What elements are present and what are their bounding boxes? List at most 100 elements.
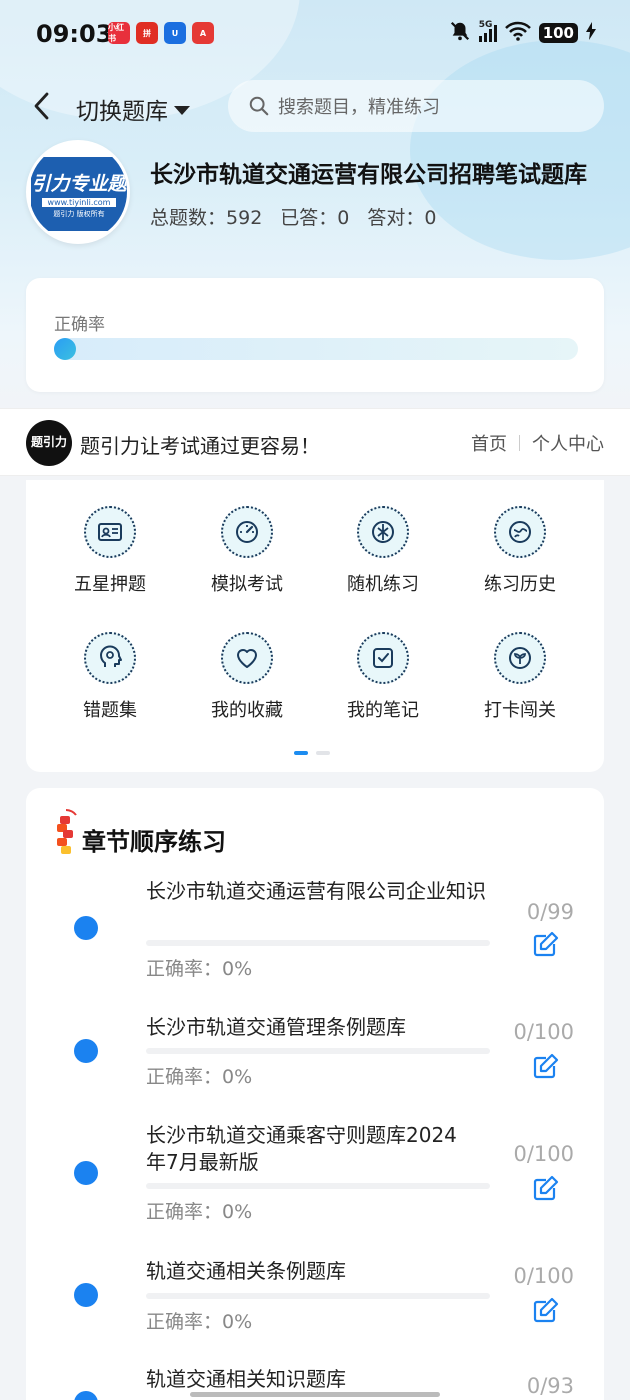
tool-random-practice[interactable]: 随机练习 xyxy=(323,506,443,596)
chevron-left-icon xyxy=(34,92,49,120)
tool-label: 模拟考试 xyxy=(211,574,283,595)
tool-favorites[interactable]: 我的收藏 xyxy=(187,632,307,722)
tool-five-star[interactable]: 五星押题 xyxy=(50,506,170,596)
chapter-count: 0/100 xyxy=(513,1264,574,1288)
answered-count: 已答：0 xyxy=(280,203,349,230)
slogan-text: 题引力让考试通过更容易！ xyxy=(80,434,320,458)
tool-label: 练习历史 xyxy=(484,574,556,595)
heart-icon xyxy=(221,632,273,684)
edit-icon[interactable] xyxy=(532,1052,560,1080)
page-indicator xyxy=(294,751,330,755)
switch-bank-label: 切换题库 xyxy=(76,99,168,125)
total-label: 总题数： xyxy=(150,207,227,229)
status-bar: 09:03 小红书拼 U A 5G 100 xyxy=(0,0,630,68)
chapter-accuracy: 正确率：0% xyxy=(146,1307,252,1334)
random-icon xyxy=(357,506,409,558)
chapter-accuracy-label: 正确率： xyxy=(146,1201,223,1223)
edit-icon[interactable] xyxy=(532,1174,560,1202)
pinduoduo-app-icon: 拼 xyxy=(136,22,158,44)
history-icon xyxy=(494,506,546,558)
answered-label: 已答： xyxy=(280,207,338,229)
total-value: 592 xyxy=(226,207,263,229)
head-icon xyxy=(84,632,136,684)
accuracy-card: 正确率 xyxy=(26,278,604,392)
correct-label: 答对： xyxy=(367,207,425,229)
answered-value: 0 xyxy=(337,207,350,229)
chapter-progress-bar xyxy=(146,1293,490,1299)
chapter-name: 轨道交通相关知识题库 xyxy=(146,1367,346,1391)
chapter-dot xyxy=(74,1283,98,1307)
chapter-accuracy-label: 正确率： xyxy=(146,1066,223,1088)
chapter-count: 0/100 xyxy=(513,1020,574,1044)
gauge-icon xyxy=(221,506,273,558)
chapter-dot xyxy=(74,1161,98,1185)
chapter-count: 0/99 xyxy=(526,900,574,924)
bank-logo-sub: 题引力 版权所有 xyxy=(53,210,105,218)
chapter-accuracy-label: 正确率： xyxy=(146,958,223,980)
total-questions: 总题数：592 xyxy=(150,203,262,230)
home-indicator[interactable] xyxy=(190,1392,440,1397)
chapter-progress-bar xyxy=(146,940,490,946)
chapter-dot xyxy=(74,916,98,940)
edit-icon[interactable] xyxy=(532,1296,560,1324)
tool-label: 五星押题 xyxy=(74,574,146,595)
link-divider xyxy=(519,435,520,451)
accuracy-progress-indicator xyxy=(54,338,76,360)
accuracy-progress-bar xyxy=(54,338,578,360)
chapter-accuracy-value: 0% xyxy=(222,1311,253,1333)
bank-logo-url: www.tiyinli.com xyxy=(41,198,117,207)
tool-checkin[interactable]: 打卡闯关 xyxy=(460,632,580,722)
switch-bank-dropdown[interactable]: 切换题库 xyxy=(76,92,190,126)
chapter-accuracy: 正确率：0% xyxy=(146,954,252,981)
tool-wrong-questions[interactable]: 错题集 xyxy=(50,632,170,722)
chapter-name: 长沙市轨道交通管理条例题库 xyxy=(146,1015,406,1039)
chapter-accuracy: 正确率：0% xyxy=(146,1062,252,1089)
search-icon xyxy=(249,96,269,116)
chapter-accuracy: 正确率：0% xyxy=(146,1197,252,1224)
tool-practice-history[interactable]: 练习历史 xyxy=(460,506,580,596)
status-time: 09:03 xyxy=(36,20,113,48)
status-indicators: 5G 100 xyxy=(449,20,596,46)
tool-label: 打卡闯关 xyxy=(484,700,556,721)
a-app-app-icon: A xyxy=(192,22,214,44)
chapter-dot xyxy=(74,1391,98,1400)
tool-mock-exam[interactable]: 模拟考试 xyxy=(187,506,307,596)
chapter-name: 长沙市轨道交通运营有限公司企业知识 xyxy=(146,879,486,903)
charging-icon xyxy=(586,22,596,44)
page-dot-active xyxy=(294,751,308,755)
back-button[interactable] xyxy=(24,88,60,124)
tool-notes[interactable]: 我的笔记 xyxy=(323,632,443,722)
chapter-name: 轨道交通相关条例题库 xyxy=(146,1259,346,1283)
caret-down-icon xyxy=(174,105,190,115)
search-placeholder: 搜索题目，精准练习 xyxy=(278,97,440,118)
decor-blob xyxy=(410,40,630,260)
chapters-card: 章节顺序练习 长沙市轨道交通运营有限公司企业知识 正确率：0% 0/99 长沙市… xyxy=(26,788,604,1400)
bank-logo-text: 引力专业题 xyxy=(31,173,127,195)
id-card-icon xyxy=(84,506,136,558)
chapter-name: 长沙市轨道交通乘客守则题库2024年7月最新版 xyxy=(146,1123,457,1174)
chapter-progress-bar xyxy=(146,1183,490,1189)
signal-icon: 5G xyxy=(478,20,497,42)
accuracy-label: 正确率 xyxy=(54,315,105,335)
user-center-link[interactable]: 个人中心 xyxy=(532,430,604,456)
top-nav: 切换题库 搜索题目，精准练习 xyxy=(0,80,630,134)
chapter-accuracy-value: 0% xyxy=(222,958,253,980)
chapter-accuracy-value: 0% xyxy=(222,1201,253,1223)
chapters-title: 章节顺序练习 xyxy=(82,828,226,856)
edit-icon[interactable] xyxy=(532,930,560,958)
chapter-dot xyxy=(74,1039,98,1063)
tool-label: 随机练习 xyxy=(347,574,419,595)
bank-stats: 总题数：592 已答：0 答对：0 xyxy=(150,203,437,230)
slogan-bar: 题引力 题引力让考试通过更容易！ 首页 个人中心 xyxy=(0,408,630,476)
search-input[interactable]: 搜索题目，精准练习 xyxy=(228,80,604,132)
home-link[interactable]: 首页 xyxy=(471,430,507,456)
correct-value: 0 xyxy=(424,207,437,229)
chapter-accuracy-label: 正确率： xyxy=(146,1311,223,1333)
u-app-app-icon: U xyxy=(164,22,186,44)
correct-count: 答对：0 xyxy=(367,203,436,230)
mute-bell-icon xyxy=(449,20,471,46)
network-type: 5G xyxy=(478,20,493,30)
wifi-icon xyxy=(504,21,531,45)
firecracker-icon xyxy=(57,809,77,854)
slogan-links: 首页 个人中心 xyxy=(471,430,604,456)
